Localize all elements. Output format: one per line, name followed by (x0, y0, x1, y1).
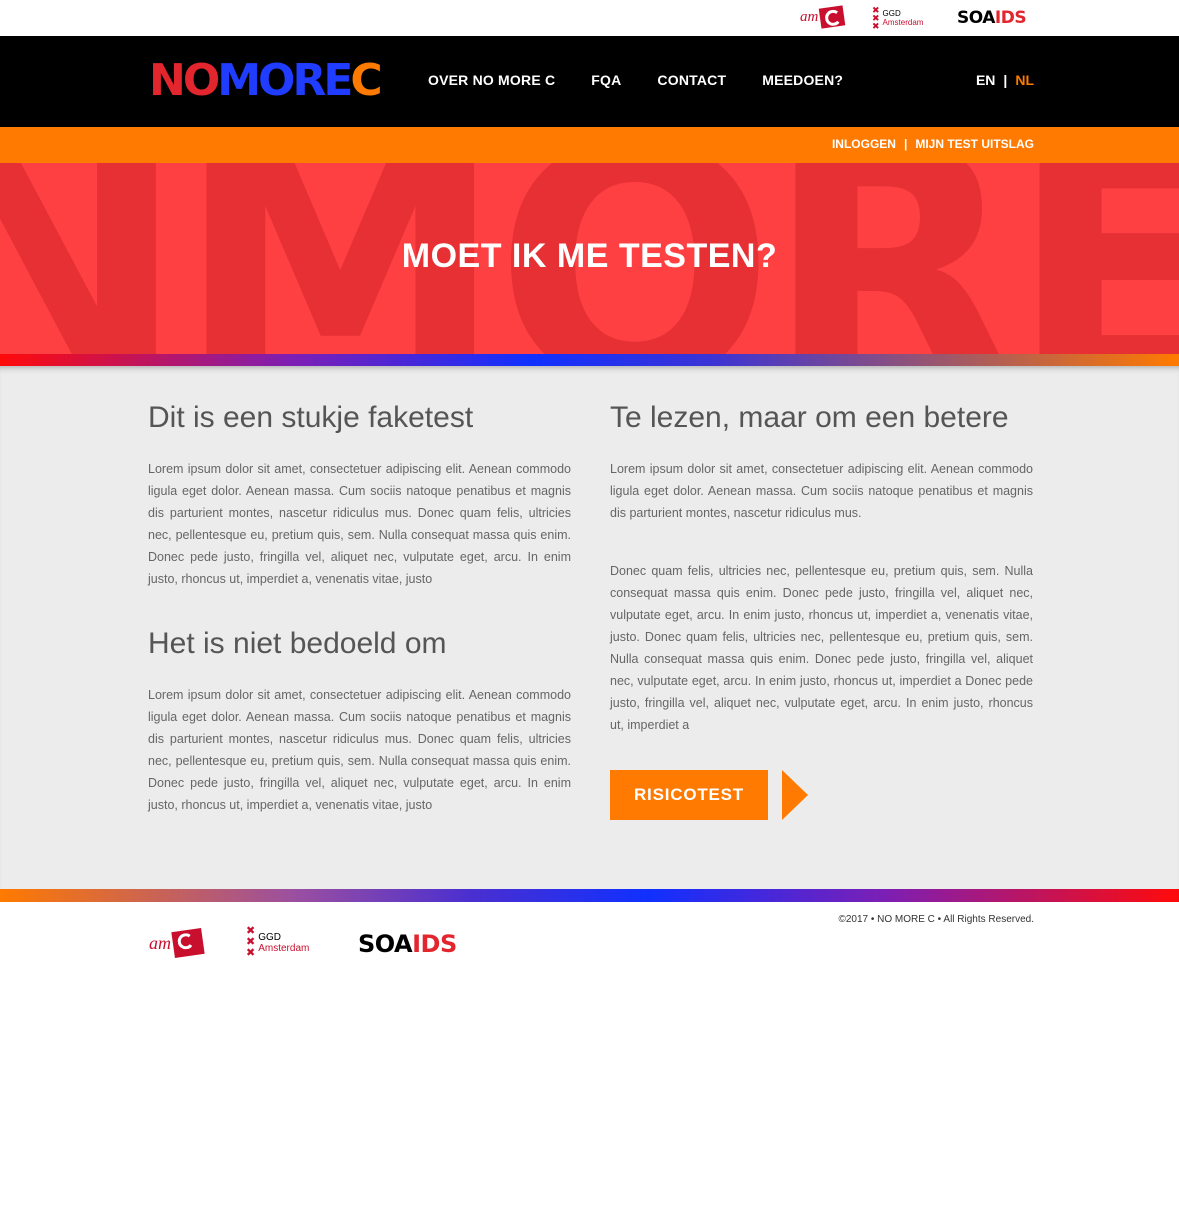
lang-separator: | (1003, 72, 1008, 88)
site-header: NOMOREC OVER NO MORE C FQA CONTACT MEEDO… (0, 36, 1179, 127)
partner-logos-top: am ✖ ✖ ✖ GGD Amsterdam SOAIDS (0, 0, 1179, 36)
nav-over-no-more-c[interactable]: OVER NO MORE C (428, 72, 555, 88)
risk-test-cta: RISICOTEST (610, 770, 1033, 820)
main-content: Dit is een stukje faketest Lorem ipsum d… (0, 366, 1179, 889)
login-link[interactable]: INLOGGEN (832, 137, 896, 151)
section-heading: Dit is een stukje faketest (148, 401, 474, 434)
brand-letter: M (217, 55, 261, 106)
amc-logo-text: am (149, 932, 171, 953)
amc-logo[interactable]: am (800, 5, 846, 29)
brand-logo[interactable]: NOMOREC (149, 55, 383, 106)
ggd-logo[interactable]: ✖ ✖ ✖ GGD Amsterdam (872, 5, 924, 31)
soaids-logo[interactable]: SOAIDS (358, 930, 457, 958)
main-nav: OVER NO MORE C FQA CONTACT MEEDOEN? (428, 72, 879, 88)
copyright-text: ©2017 • NO MORE C • All Rights Reserved. (838, 914, 1034, 925)
ggd-crosses-icon: ✖ ✖ ✖ (872, 5, 880, 31)
nav-meedoen[interactable]: MEEDOEN? (762, 72, 843, 88)
soaids-logo[interactable]: SOAIDS (957, 8, 1027, 28)
section-paragraph: Lorem ipsum dolor sit amet, consectetuer… (148, 688, 571, 812)
ggd-logo[interactable]: ✖ ✖ ✖ GGD Amsterdam (246, 926, 309, 959)
hero-title: MOET IK ME TESTEN? (401, 237, 778, 275)
site-footer: am ✖ ✖ ✖ GGD Amsterdam SOAIDS ©2017 • NO M… (0, 902, 1179, 1219)
ggd-logo-line1: GGD (882, 9, 901, 18)
soaids-logo-soa: SOA (358, 930, 413, 958)
section-paragraph: Donec quam felis, ultricies nec, pellent… (610, 564, 1033, 732)
account-bar-separator: | (903, 137, 908, 151)
gradient-divider-bottom (0, 889, 1179, 902)
brand-letter: R (292, 55, 326, 106)
hero-banner: NMORE MOET IK ME TESTEN? (0, 163, 1179, 354)
brand-letter: C (350, 55, 382, 106)
amc-logo-mark (171, 928, 205, 958)
content-column-left: Dit is een stukje faketest Lorem ipsum d… (148, 400, 571, 852)
brand-letter: O (258, 55, 295, 106)
ggd-logo-line2: Amsterdam (882, 18, 924, 27)
section-paragraph: Lorem ipsum dolor sit amet, consectetuer… (610, 462, 1033, 520)
section-heading: Het is niet bedoeld om (148, 627, 447, 660)
nav-contact[interactable]: CONTACT (657, 72, 726, 88)
ggd-logo-line2: Amsterdam (258, 942, 310, 954)
gradient-divider-top (0, 354, 1179, 366)
amc-logo-mark (819, 5, 846, 29)
soaids-logo-aids: IDS (412, 930, 457, 958)
lang-nl[interactable]: NL (1015, 72, 1034, 88)
ggd-crosses-icon: ✖ ✖ ✖ (246, 925, 256, 959)
content-column-right: Te lezen, maar om een betere Lorem ipsum… (610, 400, 1033, 820)
brand-letter: O (182, 55, 220, 106)
nav-fqa[interactable]: FQA (591, 72, 621, 88)
soaids-logo-aids: IDS (994, 8, 1027, 28)
section-heading: Te lezen, maar om een betere (610, 401, 1009, 434)
risicotest-button[interactable]: RISICOTEST (610, 770, 768, 820)
my-test-results-link[interactable]: MIJN TEST UITSLAG (915, 137, 1034, 151)
amc-logo-text: am (800, 8, 819, 25)
brand-letter: E (323, 55, 353, 106)
section-paragraph: Lorem ipsum dolor sit amet, consectetuer… (148, 462, 571, 586)
account-bar: INLOGGEN | MIJN TEST UITSLAG (0, 127, 1179, 163)
ggd-logo-line1: GGD (258, 931, 281, 943)
language-switcher: EN | NL (976, 72, 1034, 88)
brand-letter: N (149, 55, 186, 106)
amc-logo[interactable]: am (149, 928, 205, 958)
lang-en[interactable]: EN (976, 72, 995, 88)
soaids-logo-soa: SOA (957, 8, 995, 28)
arrow-right-icon[interactable] (782, 770, 808, 820)
